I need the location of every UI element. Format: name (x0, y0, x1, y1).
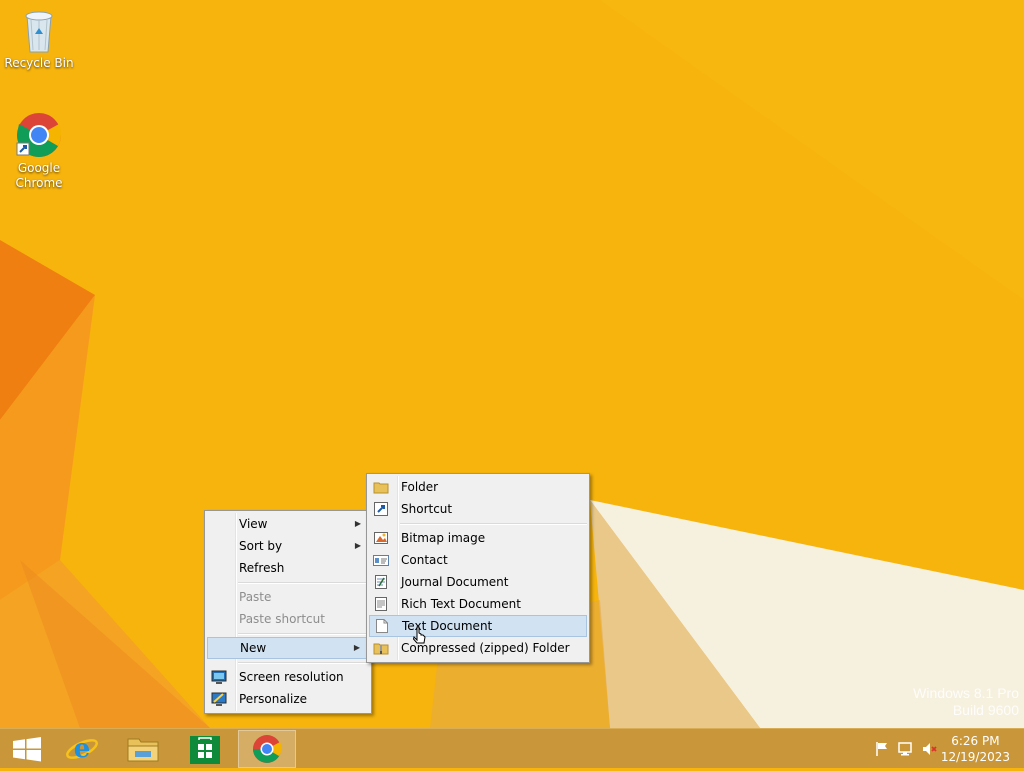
action-center-flag-icon[interactable] (874, 741, 890, 757)
menu-item-label: Folder (401, 480, 439, 494)
menu-item-label: Shortcut (401, 502, 453, 516)
recycle-bin-icon (15, 6, 63, 54)
chrome-icon (253, 735, 282, 763)
clock-time: 6:26 PM (951, 734, 1000, 748)
desktop-icon-label: Google Chrome (15, 161, 63, 190)
submenu-item-bitmap-image[interactable]: Bitmap image (369, 527, 587, 549)
menu-item-label: Rich Text Document (401, 597, 521, 611)
menu-separator (400, 523, 587, 525)
svg-text:e: e (74, 734, 91, 764)
submenu-item-shortcut[interactable]: Shortcut (369, 498, 587, 520)
taskbar-store[interactable] (177, 730, 233, 768)
menu-item-screen-resolution[interactable]: Screen resolution (207, 666, 369, 688)
system-clock[interactable]: 6:26 PM 12/19/2023 (941, 733, 1010, 765)
menu-item-sort-by[interactable]: Sort by ▶ (207, 535, 369, 557)
windows-logo-icon (13, 737, 41, 762)
menu-item-label: Journal Document (401, 575, 509, 589)
taskbar-file-explorer[interactable] (115, 730, 171, 768)
menu-item-paste-shortcut: Paste shortcut (207, 608, 369, 630)
menu-item-paste: Paste (207, 586, 369, 608)
windows-version-watermark: Windows 8.1 Pro Build 9600 (913, 685, 1019, 718)
desktop-icon-google-chrome[interactable]: Google Chrome (1, 111, 77, 191)
submenu-item-folder[interactable]: Folder (369, 476, 587, 498)
volume-muted-icon[interactable] (922, 741, 938, 757)
start-button[interactable] (0, 730, 56, 768)
menu-item-view[interactable]: View ▶ (207, 513, 369, 535)
menu-item-label: Bitmap image (401, 531, 486, 545)
desktop-icon-recycle-bin[interactable]: Recycle Bin (1, 6, 77, 71)
internet-explorer-icon: e (66, 734, 98, 764)
screen-resolution-icon (211, 669, 227, 685)
taskbar: e 6:26 PM 12/19/2023 (0, 728, 1024, 768)
submenu-item-text-document[interactable]: Text Document (369, 615, 587, 637)
menu-item-label: Personalize (239, 692, 308, 706)
personalize-icon (211, 691, 227, 707)
watermark-line-2: Build 9600 (952, 702, 1019, 718)
menu-item-label: Refresh (239, 561, 285, 575)
journal-icon (373, 574, 389, 590)
submenu-item-compressed-folder[interactable]: Compressed (zipped) Folder (369, 637, 587, 659)
menu-item-new[interactable]: New ▶ (207, 637, 369, 659)
new-submenu: Folder Shortcut Bitmap image Contact Jou… (366, 473, 590, 663)
submenu-item-journal-document[interactable]: Journal Document (369, 571, 587, 593)
zip-folder-icon (373, 640, 389, 656)
watermark-line-1: Windows 8.1 Pro (913, 685, 1019, 701)
contact-icon (373, 552, 389, 568)
menu-item-label: Contact (401, 553, 448, 567)
bitmap-icon (373, 530, 389, 546)
menu-item-label: Paste (239, 590, 272, 604)
submenu-item-rich-text-document[interactable]: Rich Text Document (369, 593, 587, 615)
taskbar-internet-explorer[interactable]: e (54, 730, 110, 768)
notification-area (868, 729, 948, 769)
submenu-arrow-icon: ▶ (354, 519, 361, 528)
menu-item-label: Paste shortcut (239, 612, 325, 626)
desktop-icon-label: Recycle Bin (4, 56, 74, 70)
menu-item-label: Screen resolution (239, 670, 344, 684)
desktop-context-menu: View ▶ Sort by ▶ Refresh Paste Paste sho… (204, 510, 372, 714)
shortcut-icon (373, 501, 389, 517)
menu-item-label: View (239, 517, 268, 531)
menu-separator (238, 582, 369, 584)
menu-separator (238, 662, 369, 664)
taskbar-google-chrome[interactable] (238, 730, 296, 768)
rich-text-icon (373, 596, 389, 612)
store-icon (190, 736, 220, 764)
menu-item-label: Sort by (239, 539, 283, 553)
clock-date: 12/19/2023 (940, 750, 1010, 764)
menu-item-label: New (240, 641, 267, 655)
submenu-arrow-icon: ▶ (354, 541, 361, 550)
network-icon[interactable] (898, 741, 914, 757)
folder-icon (373, 479, 389, 495)
menu-item-personalize[interactable]: Personalize (207, 688, 369, 710)
chrome-icon (15, 111, 63, 159)
submenu-item-contact[interactable]: Contact (369, 549, 587, 571)
file-explorer-icon (127, 738, 159, 762)
mouse-cursor-icon (413, 626, 426, 644)
menu-separator (238, 633, 369, 635)
text-document-icon (374, 618, 390, 634)
menu-item-refresh[interactable]: Refresh (207, 557, 369, 579)
submenu-arrow-icon: ▶ (353, 643, 360, 652)
